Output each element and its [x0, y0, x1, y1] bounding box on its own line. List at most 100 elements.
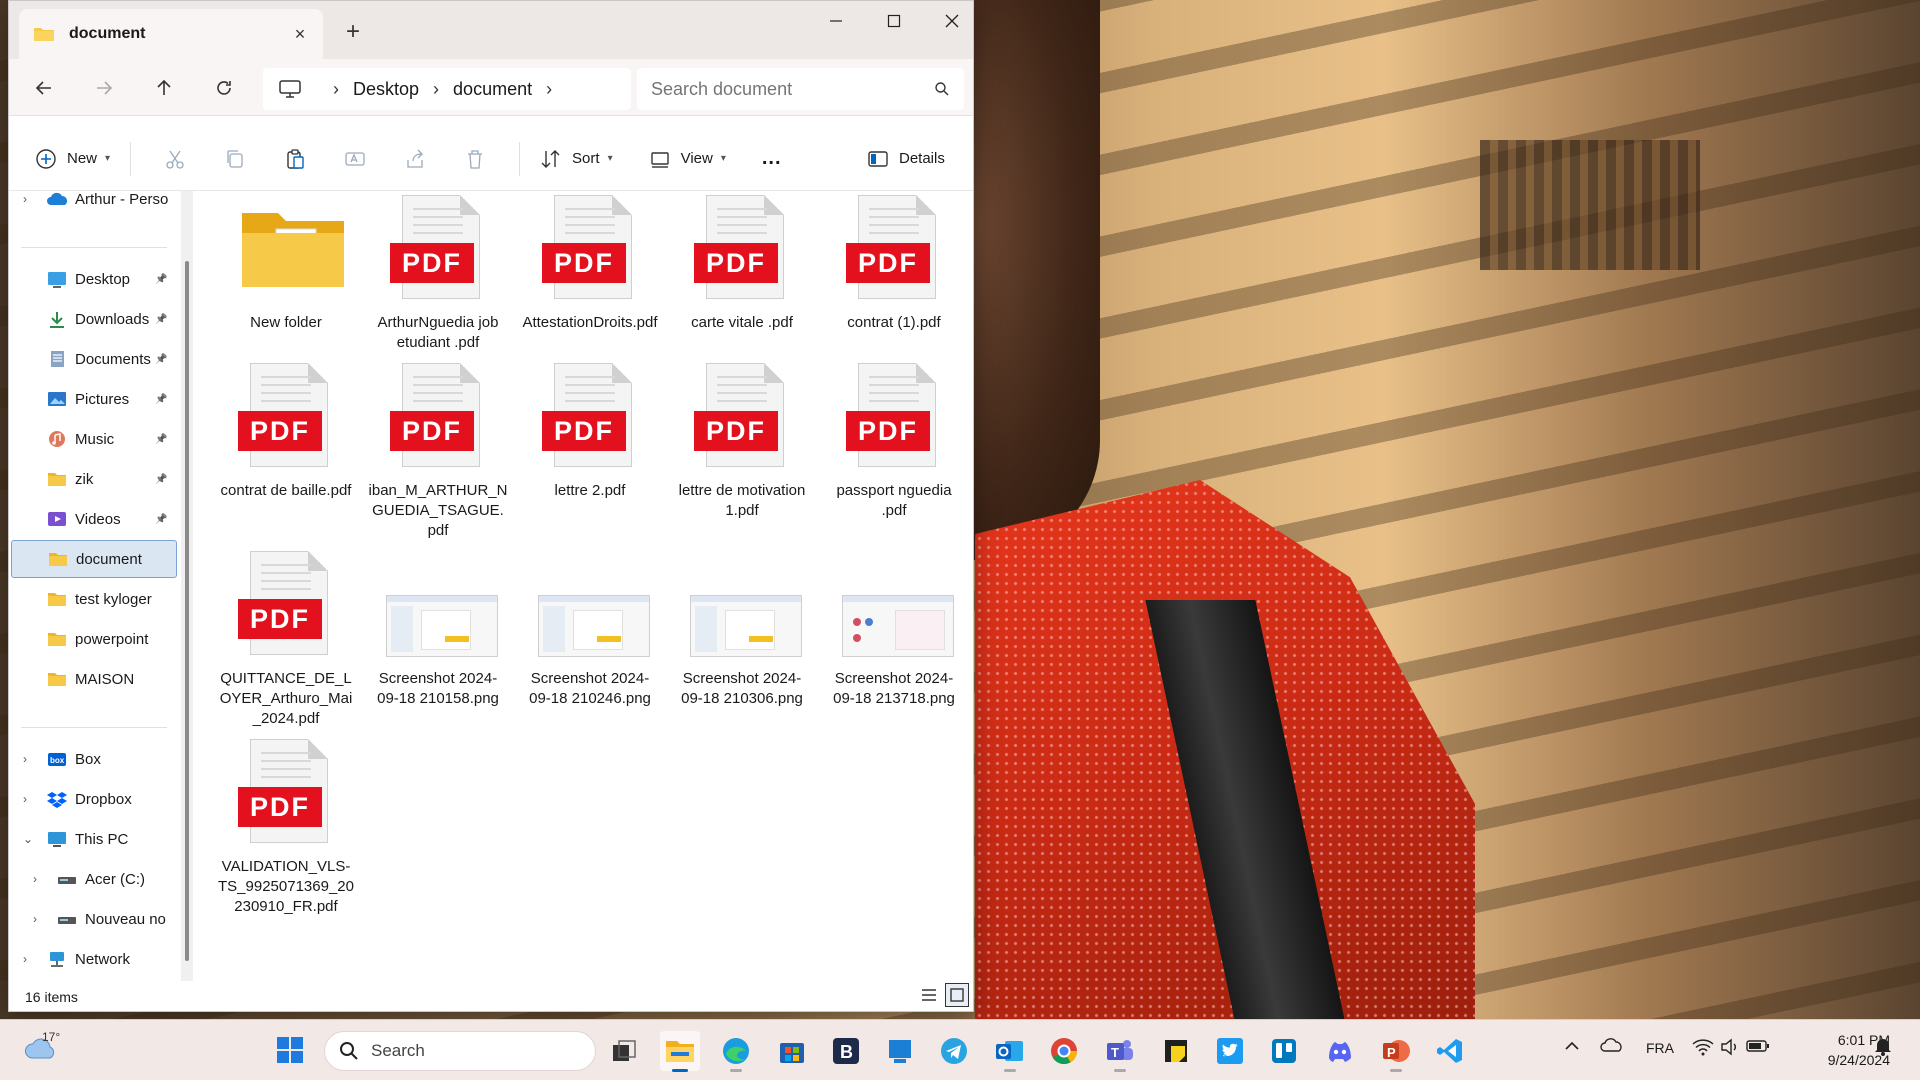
- weather-widget[interactable]: 17°: [24, 1030, 64, 1068]
- network-tray[interactable]: [1692, 1038, 1714, 1059]
- details-button[interactable]: Details: [867, 148, 945, 170]
- battery-tray[interactable]: [1746, 1038, 1770, 1057]
- expand-chevron-icon[interactable]: ⌄: [23, 832, 37, 846]
- sidebar-item-dropbox[interactable]: › Dropbox: [11, 780, 177, 818]
- expand-chevron-icon[interactable]: ›: [23, 192, 37, 206]
- more-options-button[interactable]: ...: [762, 147, 782, 170]
- windows-start-icon[interactable]: [276, 1036, 304, 1064]
- taskbar-discord[interactable]: [1320, 1031, 1360, 1071]
- file-item[interactable]: PDF iban_M_ARTHUR_NGUEDIA_TSAGUE.pdf: [368, 363, 508, 541]
- file-item[interactable]: PDF VALIDATION_VLS-TS_9925071369_20230910…: [216, 739, 356, 917]
- taskbar-outlook[interactable]: [990, 1031, 1030, 1072]
- new-tab-button[interactable]: +: [339, 19, 367, 47]
- sidebar-item-desktop[interactable]: Desktop 📌: [11, 260, 177, 298]
- taskbar-app[interactable]: [880, 1031, 920, 1071]
- minimize-button[interactable]: [807, 1, 865, 41]
- copy-button[interactable]: [205, 148, 265, 170]
- file-item[interactable]: PDF ArthurNguedia job etudiant .pdf: [368, 195, 508, 353]
- pin-icon[interactable]: 📌: [155, 274, 169, 285]
- file-item[interactable]: PDF QUITTANCE_DE_LOYER_Arthuro_Mai_2024.p…: [216, 551, 356, 729]
- file-item[interactable]: PDF lettre de motivation 1.pdf: [672, 363, 812, 521]
- sidebar-item-test-kyloger[interactable]: test kyloger: [11, 580, 177, 618]
- taskbar-powerpoint[interactable]: P: [1376, 1031, 1416, 1072]
- file-item[interactable]: PDF carte vitale .pdf: [672, 195, 812, 333]
- language-indicator[interactable]: FRA: [1646, 1040, 1674, 1056]
- folder-item[interactable]: New folder: [216, 195, 356, 333]
- view-button[interactable]: View ▾: [649, 148, 726, 170]
- taskbar-file-explorer[interactable]: [660, 1031, 700, 1072]
- breadcrumb-desktop[interactable]: Desktop: [353, 79, 419, 100]
- taskbar-search[interactable]: Search: [324, 1031, 596, 1071]
- breadcrumb-document[interactable]: document: [453, 79, 532, 100]
- sort-button[interactable]: Sort ▾: [540, 148, 613, 170]
- onedrive-tray[interactable]: [1600, 1036, 1624, 1057]
- forward-button[interactable]: [89, 73, 119, 103]
- tab-document[interactable]: document ×: [19, 9, 323, 59]
- file-item[interactable]: Screenshot 2024-09-18 210306.png: [672, 551, 812, 709]
- sidebar-item-network[interactable]: › Network: [11, 940, 177, 978]
- expand-chevron-icon[interactable]: ›: [23, 752, 37, 766]
- tiles-view-toggle[interactable]: [945, 983, 969, 1007]
- taskbar-teams[interactable]: T: [1100, 1031, 1140, 1072]
- search-input[interactable]: [651, 78, 934, 100]
- show-hidden-icons-button[interactable]: [1564, 1038, 1580, 1054]
- expand-chevron-icon[interactable]: ›: [33, 912, 47, 926]
- share-button[interactable]: [385, 148, 445, 170]
- pin-icon[interactable]: 📌: [155, 514, 169, 525]
- expand-chevron-icon[interactable]: ›: [33, 872, 47, 886]
- sidebar-item-box[interactable]: › box Box: [11, 740, 177, 778]
- sidebar-item-nouveau-no[interactable]: › Nouveau no: [11, 900, 177, 938]
- volume-tray[interactable]: [1720, 1038, 1740, 1059]
- sidebar-item-this-pc[interactable]: ⌄ This PC: [11, 820, 177, 858]
- taskbar-twitter[interactable]: [1210, 1031, 1250, 1071]
- sidebar-item-pictures[interactable]: Pictures 📌: [11, 380, 177, 418]
- refresh-button[interactable]: [209, 73, 239, 103]
- pin-icon[interactable]: 📌: [155, 314, 169, 325]
- taskbar-telegram[interactable]: [934, 1031, 974, 1071]
- address-bar[interactable]: › Desktop › document ›: [263, 68, 631, 110]
- file-item[interactable]: Screenshot 2024-09-18 213718.png: [824, 551, 964, 709]
- expand-chevron-icon[interactable]: ›: [23, 792, 37, 806]
- sidebar-item-zik[interactable]: zik 📌: [11, 460, 177, 498]
- taskbar-trello[interactable]: [1264, 1031, 1304, 1071]
- paste-button[interactable]: [265, 148, 325, 170]
- file-item[interactable]: PDF passport nguedia .pdf: [824, 363, 964, 521]
- taskbar-edge[interactable]: [716, 1031, 756, 1072]
- close-tab-icon[interactable]: ×: [291, 25, 309, 43]
- taskbar-chrome[interactable]: [1044, 1031, 1084, 1071]
- sidebar-item-maison[interactable]: MAISON: [11, 660, 177, 698]
- back-button[interactable]: [29, 73, 59, 103]
- file-item[interactable]: Screenshot 2024-09-18 210158.png: [368, 551, 508, 709]
- new-button[interactable]: New ▾: [35, 148, 110, 170]
- up-button[interactable]: [149, 73, 179, 103]
- task-view-button[interactable]: [604, 1031, 644, 1071]
- expand-chevron-icon[interactable]: ›: [23, 952, 37, 966]
- taskbar-sticky[interactable]: [1156, 1031, 1196, 1071]
- pin-icon[interactable]: 📌: [155, 394, 169, 405]
- details-view-toggle[interactable]: [917, 983, 941, 1007]
- file-item[interactable]: PDF lettre 2.pdf: [520, 363, 660, 501]
- sidebar-item-music[interactable]: Music 📌: [11, 420, 177, 458]
- delete-button[interactable]: [445, 148, 505, 170]
- taskbar-vscode[interactable]: [1430, 1031, 1470, 1071]
- pin-icon[interactable]: 📌: [155, 474, 169, 485]
- taskbar-microsoft-store[interactable]: [772, 1031, 812, 1071]
- close-window-button[interactable]: [923, 1, 981, 41]
- taskbar-b-app[interactable]: B: [826, 1031, 866, 1071]
- sidebar-item-powerpoint[interactable]: powerpoint: [11, 620, 177, 658]
- notifications-button[interactable]: [1874, 1036, 1892, 1059]
- pin-icon[interactable]: 📌: [155, 434, 169, 445]
- sidebar-item-arthur-perso[interactable]: › Arthur - Perso: [11, 180, 177, 218]
- file-item[interactable]: PDF contrat (1).pdf: [824, 195, 964, 333]
- sidebar-item-document[interactable]: document: [11, 540, 177, 578]
- sidebar-item-videos[interactable]: Videos 📌: [11, 500, 177, 538]
- file-item[interactable]: Screenshot 2024-09-18 210246.png: [520, 551, 660, 709]
- rename-button[interactable]: [325, 148, 385, 170]
- sidebar-item-acer-c[interactable]: › Acer (C:): [11, 860, 177, 898]
- sidebar-item-documents[interactable]: Documents 📌: [11, 340, 177, 378]
- cut-button[interactable]: [145, 148, 205, 170]
- search-box[interactable]: [637, 68, 964, 110]
- chevron-right-icon[interactable]: ›: [546, 79, 552, 100]
- file-item[interactable]: PDF contrat de baille.pdf: [216, 363, 356, 501]
- sidebar-scrollbar-thumb[interactable]: [185, 261, 189, 961]
